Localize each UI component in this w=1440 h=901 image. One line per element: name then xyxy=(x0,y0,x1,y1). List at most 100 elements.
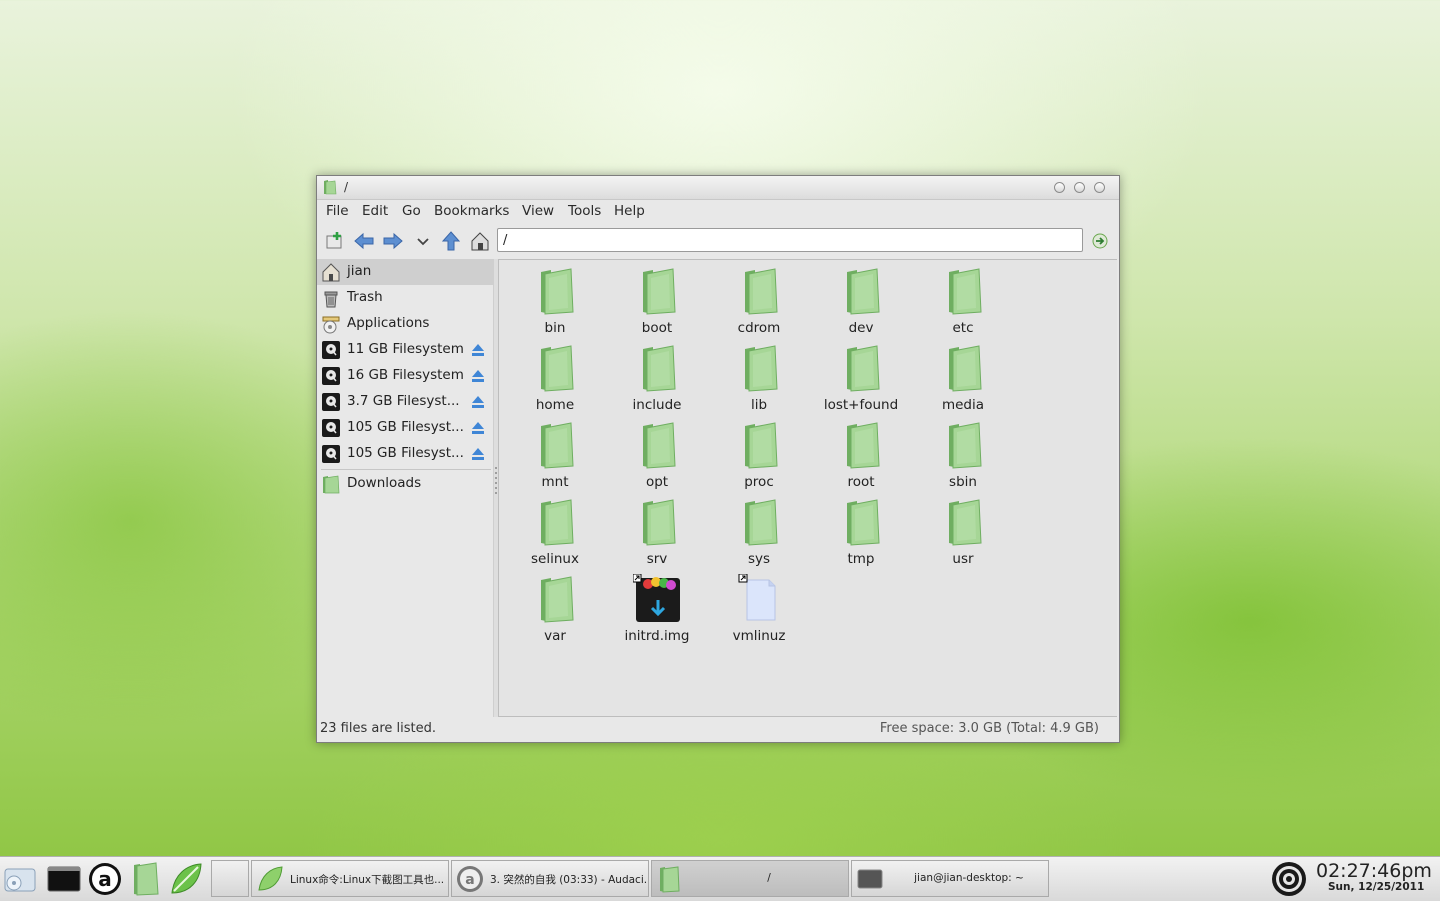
sidebar-separator xyxy=(321,469,491,470)
folder-icon xyxy=(949,268,982,315)
file-item-initrd[interactable]: initrd.img xyxy=(607,574,707,646)
minimize-button[interactable] xyxy=(1054,182,1065,193)
folder-icon xyxy=(643,499,676,546)
file-item-mnt[interactable]: mnt xyxy=(505,420,605,492)
folder-icon xyxy=(541,345,574,392)
terminal-icon xyxy=(857,869,883,889)
svg-text:a: a xyxy=(465,872,474,888)
menu-bar: File Edit Go Bookmarks View Tools Help xyxy=(317,200,1119,222)
file-item-usr[interactable]: usr xyxy=(913,497,1013,569)
drive-icon xyxy=(322,419,340,437)
file-view: bin boot cdrom dev etc home include lib … xyxy=(498,259,1117,717)
eject-icon[interactable] xyxy=(471,395,485,409)
task-file-manager[interactable]: / xyxy=(651,860,849,897)
sidebar-item-filesystem-5[interactable]: 105 GB Filesyst... xyxy=(317,441,493,467)
file-item-selinux[interactable]: selinux xyxy=(505,497,605,569)
drive-icon xyxy=(322,341,340,359)
file-manager-window: / File Edit Go Bookmarks View Tools Help xyxy=(316,175,1120,743)
trash-icon xyxy=(324,291,338,308)
file-item-proc[interactable]: proc xyxy=(709,420,809,492)
file-manager-launcher-icon[interactable] xyxy=(2,861,38,897)
back-icon[interactable] xyxy=(353,230,375,252)
history-dropdown-icon[interactable] xyxy=(412,230,434,252)
folder-icon xyxy=(949,422,982,469)
folder-icon xyxy=(643,345,676,392)
status-free-space: Free space: 3.0 GB (Total: 4.9 GB) xyxy=(879,721,1099,736)
folder-icon xyxy=(745,345,778,392)
file-item-etc[interactable]: etc xyxy=(913,266,1013,338)
home-folder-icon xyxy=(322,263,340,282)
sidebar-item-jian[interactable]: jian xyxy=(317,259,493,285)
task-browser[interactable]: Linux命令:Linux下截图工具也... xyxy=(251,860,449,897)
clock-date: Sun, 12/25/2011 xyxy=(1328,881,1425,893)
task-audacious[interactable]: a 3. 突然的自我 (03:33) - Audaci... xyxy=(451,860,649,897)
folder-icon xyxy=(541,499,574,546)
file-item-sys[interactable]: sys xyxy=(709,497,809,569)
sidebar-item-filesystem-3[interactable]: 3.7 GB Filesyst... xyxy=(317,389,493,415)
file-item-sbin[interactable]: sbin xyxy=(913,420,1013,492)
file-item-media[interactable]: media xyxy=(913,343,1013,415)
file-item-srv[interactable]: srv xyxy=(607,497,707,569)
menu-file[interactable]: File xyxy=(326,203,349,219)
forward-icon[interactable] xyxy=(382,230,404,252)
audacious-launcher-icon[interactable]: a xyxy=(87,861,123,897)
menu-help[interactable]: Help xyxy=(614,203,645,219)
maximize-button[interactable] xyxy=(1074,182,1085,193)
status-file-count: 23 files are listed. xyxy=(320,721,437,736)
menu-bookmarks[interactable]: Bookmarks xyxy=(434,203,509,219)
file-item-home[interactable]: home xyxy=(505,343,605,415)
applications-icon xyxy=(322,316,340,334)
close-button[interactable] xyxy=(1094,182,1105,193)
drive-icon xyxy=(322,445,340,463)
window-title: / xyxy=(344,180,349,194)
sidebar-item-applications[interactable]: Applications xyxy=(317,311,493,337)
file-item-vmlinuz[interactable]: vmlinuz xyxy=(709,574,809,646)
folder-icon xyxy=(324,180,337,195)
folder-icon xyxy=(949,345,982,392)
eject-icon[interactable] xyxy=(471,369,485,383)
folder-icon xyxy=(949,499,982,546)
location-input[interactable] xyxy=(497,228,1083,252)
eject-icon[interactable] xyxy=(471,447,485,461)
terminal-launcher-icon[interactable] xyxy=(46,861,82,897)
leaf-launcher-icon[interactable] xyxy=(168,861,204,897)
file-item-root[interactable]: root xyxy=(811,420,911,492)
taskbar-empty-slot[interactable] xyxy=(211,860,249,897)
menu-go[interactable]: Go xyxy=(402,203,421,219)
sidebar-item-trash[interactable]: Trash xyxy=(317,285,493,311)
sidebar-item-downloads[interactable]: Downloads xyxy=(317,471,493,497)
menu-edit[interactable]: Edit xyxy=(362,203,388,219)
file-item-opt[interactable]: opt xyxy=(607,420,707,492)
up-icon[interactable] xyxy=(440,230,462,252)
folder-icon xyxy=(745,499,778,546)
home-icon[interactable] xyxy=(469,230,491,252)
menu-view[interactable]: View xyxy=(522,203,554,219)
menu-tools[interactable]: Tools xyxy=(568,203,601,219)
file-item-cdrom[interactable]: cdrom xyxy=(709,266,809,338)
folder-icon xyxy=(323,475,340,494)
folder-icon xyxy=(745,268,778,315)
folder-icon xyxy=(660,866,680,893)
file-item-tmp[interactable]: tmp xyxy=(811,497,911,569)
go-icon[interactable] xyxy=(1089,230,1111,252)
eject-icon[interactable] xyxy=(471,421,485,435)
sidebar: jian Trash Applications 11 GB Filesystem… xyxy=(317,259,493,717)
file-item-include[interactable]: include xyxy=(607,343,707,415)
new-tab-icon[interactable] xyxy=(323,230,345,252)
title-bar[interactable]: / xyxy=(317,176,1119,200)
folder-icon xyxy=(847,422,880,469)
file-item-boot[interactable]: boot xyxy=(607,266,707,338)
file-item-var[interactable]: var xyxy=(505,574,605,646)
file-item-dev[interactable]: dev xyxy=(811,266,911,338)
eject-icon[interactable] xyxy=(471,343,485,357)
sidebar-item-filesystem-2[interactable]: 16 GB Filesystem xyxy=(317,363,493,389)
sidebar-item-filesystem-1[interactable]: 11 GB Filesystem xyxy=(317,337,493,363)
file-item-bin[interactable]: bin xyxy=(505,266,605,338)
file-item-lib[interactable]: lib xyxy=(709,343,809,415)
sidebar-item-filesystem-4[interactable]: 105 GB Filesyst... xyxy=(317,415,493,441)
folder-launcher-icon[interactable] xyxy=(128,861,164,897)
archive-icon xyxy=(633,574,680,622)
task-terminal[interactable]: jian@jian-desktop: ~ xyxy=(851,860,1049,897)
clock-icon[interactable] xyxy=(1270,860,1308,898)
file-item-lost-found[interactable]: lost+found xyxy=(811,343,911,415)
